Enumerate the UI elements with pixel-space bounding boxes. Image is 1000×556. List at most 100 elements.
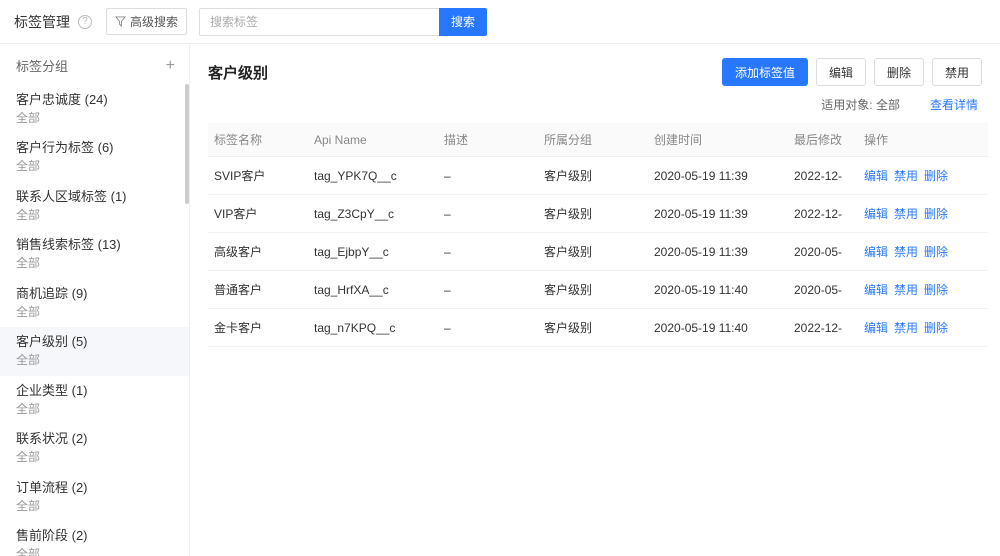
row-disable-link[interactable]: 禁用 (894, 169, 918, 183)
cell-desc: – (438, 271, 538, 309)
row-disable-link[interactable]: 禁用 (894, 245, 918, 259)
col-group: 所属分组 (538, 123, 648, 157)
delete-button[interactable]: 删除 (874, 58, 924, 86)
cell-api: tag_YPK7Q__c (308, 157, 438, 195)
sidebar-item[interactable]: 商机追踪 (9)全部 (0, 279, 189, 327)
cell-name: 普通客户 (208, 271, 308, 309)
sidebar-item-label: 商机追踪 (9) (16, 286, 173, 303)
search-button[interactable]: 搜索 (439, 8, 487, 36)
sidebar-item-label: 客户级别 (5) (16, 334, 173, 351)
topbar: 标签管理 ? 高级搜索 搜索 (0, 0, 1000, 44)
cell-ops: 编辑禁用删除 (858, 271, 988, 309)
cell-name: VIP客户 (208, 195, 308, 233)
add-group-icon[interactable]: + (166, 57, 175, 75)
cell-api: tag_EjbpY__c (308, 233, 438, 271)
sidebar-item[interactable]: 客户级别 (5) 全部 (0, 327, 189, 375)
help-icon[interactable]: ? (78, 15, 92, 29)
sidebar-item-sub: 全部 (16, 208, 173, 224)
cell-desc: – (438, 309, 538, 347)
cell-modified: 2022-12- (788, 309, 858, 347)
sidebar-item-sub: 全部 (16, 353, 173, 369)
table-row: VIP客户tag_Z3CpY__c–客户级别2020-05-19 11:3920… (208, 195, 988, 233)
sidebar-item-label: 客户行为标签 (6) (16, 140, 173, 157)
sidebar-item-label: 联系人区域标签 (1) (16, 189, 173, 206)
content-title: 客户级别 (208, 62, 714, 83)
row-edit-link[interactable]: 编辑 (864, 245, 888, 259)
content-header: 客户级别 添加标签值 编辑 删除 禁用 (208, 58, 982, 86)
cell-api: tag_Z3CpY__c (308, 195, 438, 233)
table-row: 高级客户tag_EjbpY__c–客户级别2020-05-19 11:39202… (208, 233, 988, 271)
row-disable-link[interactable]: 禁用 (894, 207, 918, 221)
row-delete-link[interactable]: 删除 (924, 283, 948, 297)
sidebar-item[interactable]: 联系人区域标签 (1) 全部 (0, 182, 189, 230)
page-title: 标签管理 (14, 12, 70, 32)
sidebar-item-label: 企业类型 (1) (16, 383, 173, 400)
row-delete-link[interactable]: 删除 (924, 169, 948, 183)
filter-icon (115, 16, 126, 27)
col-name: 标签名称 (208, 123, 308, 157)
cell-ops: 编辑禁用删除 (858, 195, 988, 233)
advanced-search-label: 高级搜索 (130, 13, 178, 30)
row-edit-link[interactable]: 编辑 (864, 283, 888, 297)
subheader: 适用对象: 全部 查看详情 (208, 96, 982, 113)
sidebar-item[interactable]: 售前阶段 (2)全部 (0, 521, 189, 556)
row-edit-link[interactable]: 编辑 (864, 169, 888, 183)
cell-created: 2020-05-19 11:40 (648, 309, 788, 347)
scope-value: 全部 (876, 98, 900, 112)
disable-button[interactable]: 禁用 (932, 58, 982, 86)
cell-created: 2020-05-19 11:40 (648, 271, 788, 309)
sidebar-item[interactable]: 联系状况 (2)全部 (0, 424, 189, 472)
cell-modified: 2022-12- (788, 157, 858, 195)
row-delete-link[interactable]: 删除 (924, 321, 948, 335)
col-ops: 操作 (858, 123, 988, 157)
cell-desc: – (438, 195, 538, 233)
cell-created: 2020-05-19 11:39 (648, 157, 788, 195)
row-delete-link[interactable]: 删除 (924, 207, 948, 221)
cell-created: 2020-05-19 11:39 (648, 233, 788, 271)
cell-group: 客户级别 (538, 271, 648, 309)
sidebar-item[interactable]: 客户忠诚度 (24)全部 (0, 85, 189, 133)
cell-modified: 2022-12- (788, 195, 858, 233)
cell-group: 客户级别 (538, 195, 648, 233)
sidebar-item-label: 客户忠诚度 (24) (16, 92, 173, 109)
row-delete-link[interactable]: 删除 (924, 245, 948, 259)
table-row: 金卡客户tag_n7KPQ__c–客户级别2020-05-19 11:40202… (208, 309, 988, 347)
cell-ops: 编辑禁用删除 (858, 233, 988, 271)
search-input[interactable] (199, 8, 439, 36)
tags-table: 标签名称 Api Name 描述 所属分组 创建时间 最后修改 操作 SVIP客… (208, 123, 988, 347)
sidebar-item-sub: 全部 (16, 402, 173, 418)
sidebar-item-sub: 全部 (16, 547, 173, 556)
view-detail-link[interactable]: 查看详情 (930, 96, 978, 113)
cell-group: 客户级别 (538, 157, 648, 195)
cell-ops: 编辑禁用删除 (858, 309, 988, 347)
sidebar-item-label: 销售线索标签 (13) (16, 237, 173, 254)
cell-desc: – (438, 233, 538, 271)
row-edit-link[interactable]: 编辑 (864, 321, 888, 335)
sidebar-item[interactable]: 企业类型 (1) 全部 (0, 376, 189, 424)
cell-modified: 2020-05- (788, 271, 858, 309)
scrollbar-thumb[interactable] (185, 84, 189, 204)
sidebar-item[interactable]: 销售线索标签 (13)全部 (0, 230, 189, 278)
row-edit-link[interactable]: 编辑 (864, 207, 888, 221)
sidebar-item[interactable]: 客户行为标签 (6) 全部 (0, 133, 189, 181)
sidebar-header: 标签分组 + (0, 44, 189, 85)
cell-modified: 2020-05- (788, 233, 858, 271)
cell-name: 金卡客户 (208, 309, 308, 347)
sidebar-item[interactable]: 订单流程 (2)全部 (0, 473, 189, 521)
table-header-row: 标签名称 Api Name 描述 所属分组 创建时间 最后修改 操作 (208, 123, 988, 157)
advanced-search-button[interactable]: 高级搜索 (106, 8, 187, 35)
row-disable-link[interactable]: 禁用 (894, 283, 918, 297)
sidebar-item-sub: 全部 (16, 499, 173, 515)
add-tag-value-button[interactable]: 添加标签值 (722, 58, 808, 86)
cell-created: 2020-05-19 11:39 (648, 195, 788, 233)
sidebar-item-label: 联系状况 (2) (16, 431, 173, 448)
col-modified: 最后修改 (788, 123, 858, 157)
scope-label: 适用对象: (821, 98, 872, 112)
search-box: 搜索 (199, 8, 487, 36)
sidebar-item-sub: 全部 (16, 159, 173, 175)
row-disable-link[interactable]: 禁用 (894, 321, 918, 335)
cell-name: SVIP客户 (208, 157, 308, 195)
edit-button[interactable]: 编辑 (816, 58, 866, 86)
cell-api: tag_HrfXA__c (308, 271, 438, 309)
cell-group: 客户级别 (538, 233, 648, 271)
